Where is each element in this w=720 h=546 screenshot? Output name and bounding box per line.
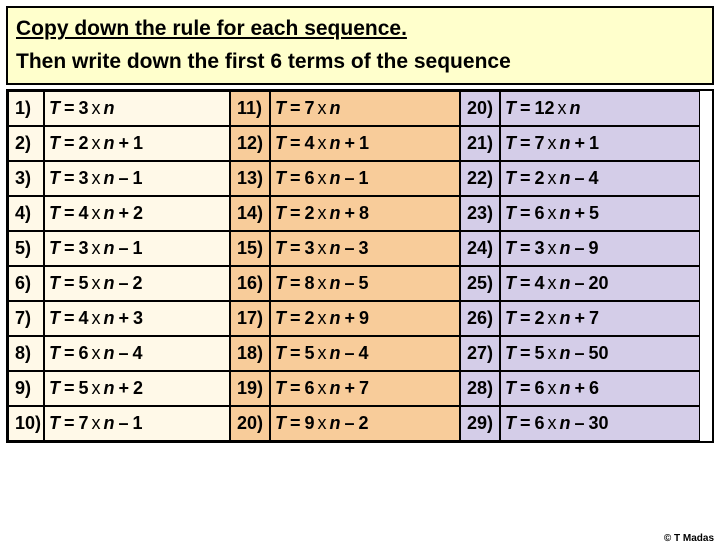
question-number: 21): [460, 126, 500, 161]
question-number: 20): [460, 91, 500, 126]
sequence-rule: T=3xn: [44, 91, 230, 126]
sequence-rule: T=2xn–4: [500, 161, 700, 196]
sequence-rule: T=6xn–1: [270, 161, 460, 196]
sequence-rule: T=2xn+7: [500, 301, 700, 336]
sequence-rule: T=6xn+5: [500, 196, 700, 231]
question-number: 14): [230, 196, 270, 231]
sequence-rule: T=12xn: [500, 91, 700, 126]
sequence-rule: T=7xn: [270, 91, 460, 126]
question-number: 13): [230, 161, 270, 196]
credit-text: © T Madas: [664, 533, 714, 544]
question-number: 29): [460, 406, 500, 441]
question-number: 25): [460, 266, 500, 301]
sequence-rule: T=3xn–3: [270, 231, 460, 266]
sequence-rule: T=6xn+6: [500, 371, 700, 406]
sequence-rule: T=2xn+1: [44, 126, 230, 161]
sequence-rule: T=6xn–4: [44, 336, 230, 371]
question-number: 24): [460, 231, 500, 266]
question-number: 19): [230, 371, 270, 406]
question-number: 11): [230, 91, 270, 126]
sequence-rule: T=3xn–1: [44, 231, 230, 266]
question-number: 28): [460, 371, 500, 406]
sequence-rule: T=7xn+1: [500, 126, 700, 161]
question-number: 2): [8, 126, 44, 161]
sequence-rule: T=8xn–5: [270, 266, 460, 301]
sequence-rule: T=4xn+3: [44, 301, 230, 336]
question-number: 4): [8, 196, 44, 231]
sequence-rule: T=2xn+9: [270, 301, 460, 336]
sequence-rule: T=4xn–20: [500, 266, 700, 301]
question-number: 15): [230, 231, 270, 266]
question-number: 5): [8, 231, 44, 266]
sequence-rule: T=4xn+2: [44, 196, 230, 231]
question-number: 26): [460, 301, 500, 336]
instruction-line-1: Copy down the rule for each sequence.: [16, 14, 704, 43]
instructions-box: Copy down the rule for each sequence. Th…: [6, 6, 714, 85]
question-number: 8): [8, 336, 44, 371]
sequence-rule: T=3xn–1: [44, 161, 230, 196]
question-number: 23): [460, 196, 500, 231]
question-number: 17): [230, 301, 270, 336]
sequence-rule: T=6xn–30: [500, 406, 700, 441]
sequence-rule: T=5xn–50: [500, 336, 700, 371]
sequence-rule: T=2xn+8: [270, 196, 460, 231]
sequence-rule: T=4xn+1: [270, 126, 460, 161]
question-number: 12): [230, 126, 270, 161]
question-number: 7): [8, 301, 44, 336]
sequence-rule: T=5xn–2: [44, 266, 230, 301]
question-number: 9): [8, 371, 44, 406]
question-number: 1): [8, 91, 44, 126]
question-number: 6): [8, 266, 44, 301]
question-number: 16): [230, 266, 270, 301]
question-number: 27): [460, 336, 500, 371]
question-number: 22): [460, 161, 500, 196]
sequence-rule: T=3xn–9: [500, 231, 700, 266]
sequence-rule: T=6xn+7: [270, 371, 460, 406]
sequence-rule: T=7xn–1: [44, 406, 230, 441]
rules-table: 1)T=3xn11)T=7xn20)T=12xn2)T=2xn+112)T=4x…: [6, 89, 714, 443]
question-number: 10): [8, 406, 44, 441]
sequence-rule: T=5xn–4: [270, 336, 460, 371]
question-number: 3): [8, 161, 44, 196]
instruction-line-2: Then write down the first 6 terms of the…: [16, 47, 704, 76]
sequence-rule: T=5xn+2: [44, 371, 230, 406]
sequence-rule: T=9xn–2: [270, 406, 460, 441]
question-number: 20): [230, 406, 270, 441]
question-number: 18): [230, 336, 270, 371]
